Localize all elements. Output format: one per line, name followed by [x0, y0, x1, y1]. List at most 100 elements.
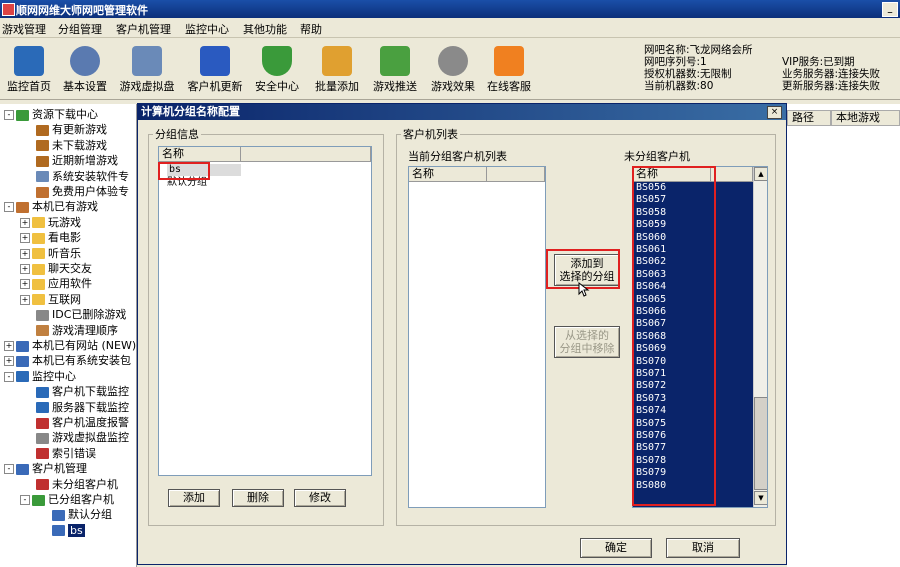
- tree-node[interactable]: 游戏清理顺序: [36, 323, 118, 338]
- toolbar-client-update-button[interactable]: 客户机更新: [184, 42, 246, 98]
- menu-help[interactable]: 帮助: [300, 21, 322, 37]
- expand-icon[interactable]: +: [4, 341, 14, 351]
- toolbar-batch-add-button[interactable]: 批量添加: [308, 42, 366, 98]
- expand-icon[interactable]: +: [20, 248, 30, 259]
- modify-group-button[interactable]: 修改: [294, 489, 346, 507]
- gear-icon: [70, 46, 100, 76]
- tree-node[interactable]: - 本机已有游戏: [4, 199, 98, 214]
- tree-node-label: 本机已有网站 (NEW): [32, 339, 137, 352]
- game-list-grid: 路径 本地游戏: [787, 104, 900, 567]
- tree-node[interactable]: + 聊天交友: [20, 261, 92, 276]
- tree-node[interactable]: bs: [52, 523, 85, 538]
- tree-node-label: IDC已删除游戏: [52, 308, 127, 322]
- scroll-down-arrow-icon[interactable]: ▼: [754, 491, 767, 505]
- toolbar-online-support-button[interactable]: 在线客服: [480, 42, 538, 98]
- tree-node[interactable]: 客户机下载监控: [36, 384, 129, 399]
- current-name-column-header[interactable]: 名称: [409, 167, 487, 182]
- tree-node[interactable]: 索引错误: [36, 446, 96, 461]
- toolbar-game-virtual-disk-button[interactable]: 游戏虚拟盘: [116, 42, 178, 98]
- chat-icon: [494, 46, 524, 76]
- business-server-status: 业务服务器:连接失败: [782, 68, 881, 80]
- toolbar-label: 游戏效果: [431, 80, 475, 93]
- delete-group-button[interactable]: 删除: [232, 489, 284, 507]
- tree-node[interactable]: + 本机已有网站 (NEW): [4, 338, 136, 353]
- toolbar-label: 客户机更新: [187, 80, 243, 93]
- licensed-machines: 授权机器数:无限制: [644, 68, 732, 80]
- column-header-local-game[interactable]: 本地游戏: [831, 110, 900, 126]
- highlight-group-bs: [158, 162, 210, 180]
- ok-button[interactable]: 确定: [580, 538, 652, 558]
- tree-node-icon: [36, 402, 49, 414]
- menu-group-management[interactable]: 分组管理: [58, 21, 102, 37]
- current-machines: 当前机器数:80: [644, 80, 714, 92]
- collapse-icon[interactable]: -: [4, 464, 14, 475]
- collapse-icon[interactable]: -: [20, 495, 30, 505]
- group-info-legend: 分组信息: [155, 128, 199, 141]
- current-extra-column-header: [487, 167, 545, 182]
- collapse-icon[interactable]: -: [4, 202, 14, 213]
- expand-icon[interactable]: +: [20, 217, 30, 228]
- add-group-button[interactable]: 添加: [168, 489, 220, 507]
- tree-node-icon: [36, 124, 49, 136]
- tree-node[interactable]: + 本机已有系统安装包: [4, 353, 131, 368]
- tree-node[interactable]: IDC已删除游戏: [36, 307, 126, 322]
- cancel-button[interactable]: 取消: [666, 538, 740, 558]
- column-header-path[interactable]: 路径: [787, 110, 831, 126]
- menu-monitor-center[interactable]: 监控中心: [185, 21, 229, 37]
- tree-node[interactable]: + 看电影: [20, 230, 81, 245]
- toolbar-monitor-home-button[interactable]: 监控首页: [0, 42, 58, 98]
- toolbar-game-effect-button[interactable]: 游戏效果: [424, 42, 482, 98]
- collapse-icon[interactable]: -: [4, 110, 14, 120]
- tree-node[interactable]: 游戏虚拟盘监控: [36, 430, 129, 445]
- scroll-thumb[interactable]: [754, 397, 767, 490]
- toolbar-label: 监控首页: [7, 80, 51, 93]
- tree-node[interactable]: 服务器下载监控: [36, 400, 129, 415]
- collapse-icon[interactable]: -: [4, 371, 14, 382]
- expand-icon[interactable]: +: [4, 356, 14, 367]
- tree-node[interactable]: 默认分组: [52, 507, 112, 522]
- tree-node[interactable]: 免费用户体验专: [36, 184, 129, 199]
- expand-icon[interactable]: +: [20, 233, 30, 244]
- tree-node-label: 系统安装软件专: [52, 169, 129, 183]
- tree-node[interactable]: 客户机温度报警: [36, 415, 129, 430]
- tree-node-icon: [16, 201, 29, 213]
- expand-icon[interactable]: +: [20, 294, 30, 305]
- tree-node[interactable]: + 应用软件: [20, 276, 92, 291]
- current-group-client-list[interactable]: 名称: [408, 166, 546, 508]
- tree-node[interactable]: - 监控中心: [4, 369, 76, 384]
- dialog-close-button[interactable]: ×: [767, 106, 782, 119]
- expand-icon[interactable]: +: [20, 264, 30, 274]
- expand-icon[interactable]: +: [20, 279, 30, 290]
- tree-node-label: 游戏虚拟盘监控: [52, 431, 129, 445]
- tree-node[interactable]: 有更新游戏: [36, 122, 107, 137]
- group-name-column-header[interactable]: 名称: [159, 147, 241, 162]
- ungrouped-extra-column-header: [711, 167, 753, 182]
- tree-node[interactable]: + 玩游戏: [20, 215, 81, 230]
- tree-node[interactable]: - 客户机管理: [4, 461, 87, 476]
- tree-node[interactable]: 未下载游戏: [36, 138, 107, 153]
- minimize-button[interactable]: _: [882, 2, 898, 17]
- toolbar-security-center-button[interactable]: 安全中心: [248, 42, 306, 98]
- tree-node[interactable]: 近期新增游戏: [36, 153, 118, 168]
- toolbar-label: 批量添加: [315, 80, 359, 93]
- remove-from-group-button[interactable]: 从选择的 分组中移除: [554, 326, 620, 358]
- scroll-up-arrow-icon[interactable]: ▲: [754, 167, 767, 181]
- tree-node[interactable]: - 已分组客户机: [20, 492, 114, 507]
- tree-node-icon: [16, 355, 29, 367]
- tree-node[interactable]: + 互联网: [20, 292, 81, 307]
- tree-node[interactable]: 未分组客户机: [36, 477, 118, 492]
- toolbar-basic-settings-button[interactable]: 基本设置: [56, 42, 114, 98]
- tree-node-label: 免费用户体验专: [52, 185, 129, 198]
- tree-node[interactable]: + 听音乐: [20, 246, 81, 261]
- menu-game-management[interactable]: 游戏管理: [2, 21, 46, 37]
- ungrouped-scrollbar[interactable]: ▲ ▼: [753, 167, 767, 507]
- tree-node-icon: [36, 386, 49, 398]
- group-list[interactable]: 名称 bs 默认分组: [158, 146, 372, 476]
- tree-node-label: 玩游戏: [48, 215, 81, 229]
- tree-node[interactable]: - 资源下载中心: [4, 107, 98, 122]
- tree-node[interactable]: 系统安装软件专: [36, 169, 129, 184]
- app-icon: [2, 3, 15, 16]
- menu-client-management[interactable]: 客户机管理: [116, 21, 171, 37]
- menu-other-functions[interactable]: 其他功能: [243, 21, 287, 37]
- toolbar-game-push-button[interactable]: 游戏推送: [366, 42, 424, 98]
